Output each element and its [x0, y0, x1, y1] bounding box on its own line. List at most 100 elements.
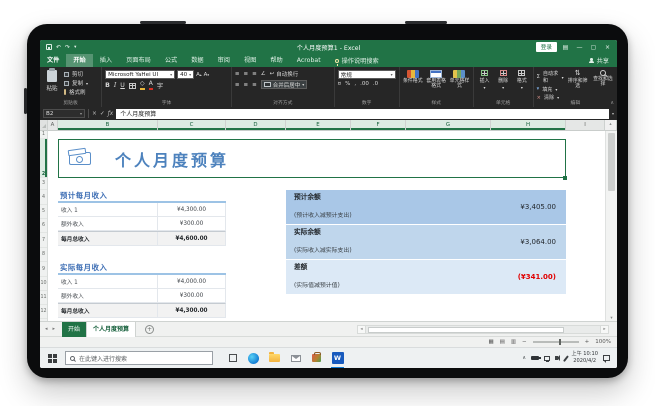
accounting-format-icon[interactable]: ¤ — [338, 81, 342, 87]
ribbon-display-options-icon[interactable]: ▤ — [560, 44, 571, 51]
format-painter-button[interactable]: 格式刷 — [64, 88, 88, 96]
align-right-icon[interactable]: ≡ — [252, 82, 257, 88]
bold-button[interactable]: B — [105, 82, 110, 89]
column-header[interactable]: H — [491, 120, 566, 131]
zoom-in-icon[interactable]: + — [585, 339, 590, 345]
fill-color-icon[interactable]: ◇ — [140, 81, 145, 89]
find-select-button[interactable]: 查找和选择 — [592, 70, 614, 99]
hscroll-right-icon[interactable]: ▸ — [600, 325, 609, 334]
sort-filter-button[interactable]: ⇅排序和筛选 — [567, 70, 589, 99]
vertical-scrollbar[interactable]: ▾ — [605, 131, 617, 321]
close-button[interactable]: × — [602, 44, 613, 51]
table-total-row[interactable]: 每月总收入 ¥4,600.00 — [58, 231, 226, 246]
font-size-combo[interactable]: 40▾ — [177, 70, 194, 79]
cell-styles-button[interactable]: 单元格样式 — [449, 70, 469, 99]
maximize-button[interactable]: ▢ — [588, 44, 599, 51]
insert-cells-button[interactable]: 插入▾ — [477, 70, 493, 99]
signin-button[interactable]: 登录 — [536, 42, 557, 52]
cut-button[interactable]: 剪切 — [64, 70, 88, 78]
fill-handle[interactable] — [563, 176, 567, 180]
column-header[interactable]: C — [158, 120, 226, 131]
expand-formula-bar-icon[interactable]: ▾ — [612, 111, 614, 116]
column-header[interactable]: I — [566, 120, 605, 131]
column-header[interactable]: B — [58, 120, 158, 131]
store-button[interactable] — [310, 352, 323, 365]
tab-page-layout[interactable]: 页面布局 — [119, 54, 158, 67]
new-sheet-button[interactable]: + — [145, 325, 154, 334]
row-header[interactable]: 6 — [40, 219, 47, 233]
autosum-button[interactable]: Σ自动求和▾ — [537, 70, 564, 84]
horizontal-scroll-thumb[interactable] — [368, 327, 564, 333]
orientation-icon[interactable]: ∠ — [261, 71, 266, 77]
tab-data[interactable]: 数据 — [184, 54, 210, 67]
tab-acrobat[interactable]: Acrobat — [290, 54, 328, 67]
windows-ink-icon[interactable] — [563, 355, 568, 361]
page-layout-view-icon[interactable]: ▤ — [500, 339, 505, 345]
summary-row-projected[interactable]: 预计余额 (预计收入减预计支出) ¥3,405.00 — [286, 190, 566, 224]
formula-input[interactable]: 个人月度预算 — [116, 109, 609, 119]
increase-decimal-icon[interactable]: .00 — [360, 81, 369, 87]
phonetic-guide-button[interactable]: 字 — [157, 81, 163, 90]
zoom-slider[interactable] — [533, 341, 579, 343]
word-button[interactable]: W — [331, 352, 344, 365]
sheet-tab-budget[interactable]: 个人月度预算 — [86, 322, 136, 337]
horizontal-scrollbar[interactable]: ◂ ▸ — [357, 325, 609, 334]
copy-button[interactable]: 复制▾ — [64, 79, 88, 87]
underline-button[interactable]: U — [120, 82, 125, 89]
row-header[interactable]: 5 — [40, 205, 47, 219]
taskbar-search-input[interactable]: 在此键入进行搜索 — [65, 351, 213, 365]
column-header[interactable]: E — [286, 120, 351, 131]
percent-style-icon[interactable]: % — [345, 81, 350, 87]
file-explorer-button[interactable] — [268, 352, 281, 365]
vertical-scroll-thumb[interactable] — [608, 133, 615, 191]
tab-home[interactable]: 开始 — [66, 54, 92, 67]
collapse-ribbon-icon[interactable]: ∧ — [610, 100, 614, 106]
mail-button[interactable] — [289, 352, 302, 365]
insert-function-icon[interactable]: ƒx — [108, 111, 113, 117]
row-header[interactable]: 9 — [40, 262, 47, 277]
speaker-icon[interactable] — [555, 356, 558, 360]
tell-me-search[interactable]: 操作说明搜索 — [328, 54, 386, 67]
row-header[interactable]: 8 — [40, 248, 47, 262]
row-header[interactable]: 4 — [40, 190, 47, 205]
table-row[interactable]: 收入 1 ¥4,000.00 — [58, 275, 226, 289]
tray-chevron-icon[interactable]: ∧ — [522, 355, 526, 361]
number-format-combo[interactable]: 常规▾ — [338, 70, 396, 79]
table-total-row[interactable]: 每月总收入 ¥4,300.00 — [58, 303, 226, 318]
qat-customize-icon[interactable]: ▾ — [74, 45, 76, 50]
table-row[interactable]: 额外收入 ¥300.00 — [58, 217, 226, 231]
fill-button[interactable]: ▾填充▾ — [537, 86, 564, 93]
table-header[interactable]: 实际每月收入 — [58, 262, 226, 275]
zoom-slider-thumb[interactable] — [559, 339, 561, 345]
table-row[interactable]: 收入 1 ¥4,300.00 — [58, 203, 226, 217]
battery-icon[interactable] — [531, 356, 539, 360]
task-view-button[interactable] — [226, 352, 239, 365]
hscroll-left-icon[interactable]: ◂ — [357, 325, 366, 334]
row-header[interactable]: 12 — [40, 305, 47, 319]
italic-button[interactable]: I — [114, 82, 116, 89]
undo-icon[interactable]: ↶ — [56, 44, 61, 51]
tab-file[interactable]: 文件 — [40, 54, 66, 67]
column-header[interactable]: G — [406, 120, 491, 131]
summary-row-difference[interactable]: 差额 (实际值减预计值) (¥341.00) — [286, 260, 566, 294]
edge-button[interactable] — [247, 352, 260, 365]
column-header[interactable]: D — [226, 120, 286, 131]
tab-review[interactable]: 审阅 — [211, 54, 237, 67]
page-break-view-icon[interactable]: ▥ — [511, 339, 516, 345]
select-all-corner[interactable] — [40, 120, 48, 131]
taskbar-clock[interactable]: 上午 10:10 2020/4/2 — [572, 351, 599, 364]
sheet-title-cell[interactable]: 个人月度预算 — [58, 139, 566, 178]
borders-icon[interactable] — [129, 83, 136, 89]
network-icon[interactable] — [544, 356, 550, 361]
font-name-combo[interactable]: Microsoft YaHei UI▾ — [105, 70, 175, 79]
action-center-icon[interactable] — [603, 355, 610, 361]
name-box[interactable]: B2▾ — [43, 109, 85, 118]
decrease-decimal-icon[interactable]: .0 — [373, 81, 378, 87]
format-cells-button[interactable]: 格式▾ — [514, 70, 530, 99]
table-row[interactable]: 额外收入 ¥300.00 — [58, 289, 226, 303]
paste-button[interactable]: 粘贴 — [43, 70, 61, 99]
normal-view-icon[interactable]: ▦ — [488, 339, 493, 345]
share-button[interactable]: 共享 — [589, 54, 617, 67]
format-as-table-button[interactable]: 套用表格格式 — [426, 70, 446, 99]
row-header[interactable]: 1 — [40, 131, 47, 139]
